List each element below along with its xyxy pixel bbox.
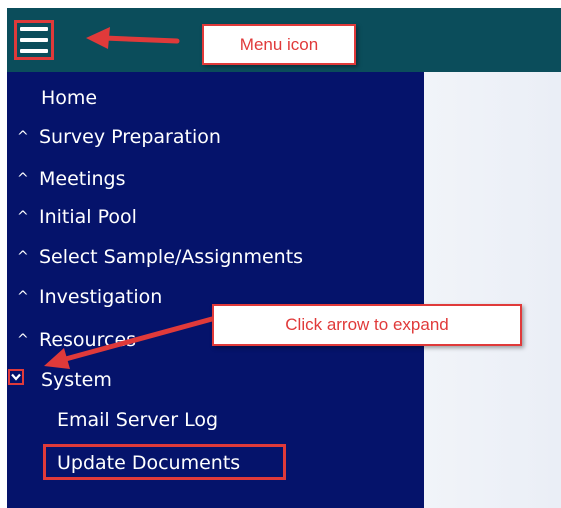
sidebar-item-initial-pool[interactable]: ^ Initial Pool bbox=[17, 205, 137, 229]
caret-up-icon[interactable]: ^ bbox=[17, 125, 39, 149]
sidebar-item-label: Investigation bbox=[39, 286, 163, 308]
sidebar-item-home[interactable]: Home bbox=[41, 86, 97, 110]
sidebar-item-resources[interactable]: ^ Resources bbox=[17, 328, 136, 352]
sidebar-item-label: Home bbox=[41, 87, 98, 109]
chevron-down-icon bbox=[11, 373, 21, 381]
caret-up-icon[interactable]: ^ bbox=[17, 205, 39, 229]
sidebar-item-label: Resources bbox=[39, 329, 137, 351]
sidebar-item-label: Email Server Log bbox=[57, 409, 219, 431]
sidebar-item-select-sample[interactable]: ^ Select Sample/Assignments bbox=[17, 245, 303, 269]
menu-button[interactable] bbox=[14, 20, 54, 60]
menu-icon-callout: Menu icon bbox=[202, 24, 356, 65]
caret-up-icon[interactable]: ^ bbox=[17, 285, 39, 309]
sidebar-item-label: Survey Preparation bbox=[39, 126, 221, 148]
sidebar-item-label: Initial Pool bbox=[39, 206, 137, 228]
expand-callout: Click arrow to expand bbox=[212, 304, 522, 346]
caret-up-icon[interactable]: ^ bbox=[17, 328, 39, 352]
sidebar-item-label: Meetings bbox=[39, 168, 126, 190]
sidebar-item-system[interactable]: System bbox=[41, 368, 112, 392]
sidebar-item-investigation[interactable]: ^ Investigation bbox=[17, 285, 162, 309]
sidebar-item-email-server-log[interactable]: Email Server Log bbox=[57, 408, 218, 432]
sidebar-item-label: System bbox=[41, 369, 112, 391]
sidebar-item-meetings[interactable]: ^ Meetings bbox=[17, 167, 126, 191]
caret-up-icon[interactable]: ^ bbox=[17, 245, 39, 269]
update-documents-highlight bbox=[43, 444, 286, 480]
caret-up-icon[interactable]: ^ bbox=[17, 167, 39, 191]
sidebar-item-label: Select Sample/Assignments bbox=[39, 246, 304, 268]
sidebar-item-survey-preparation[interactable]: ^ Survey Preparation bbox=[17, 125, 221, 149]
hamburger-menu-icon bbox=[20, 27, 48, 53]
expand-toggle[interactable] bbox=[8, 369, 24, 385]
main-content-area bbox=[424, 72, 561, 508]
